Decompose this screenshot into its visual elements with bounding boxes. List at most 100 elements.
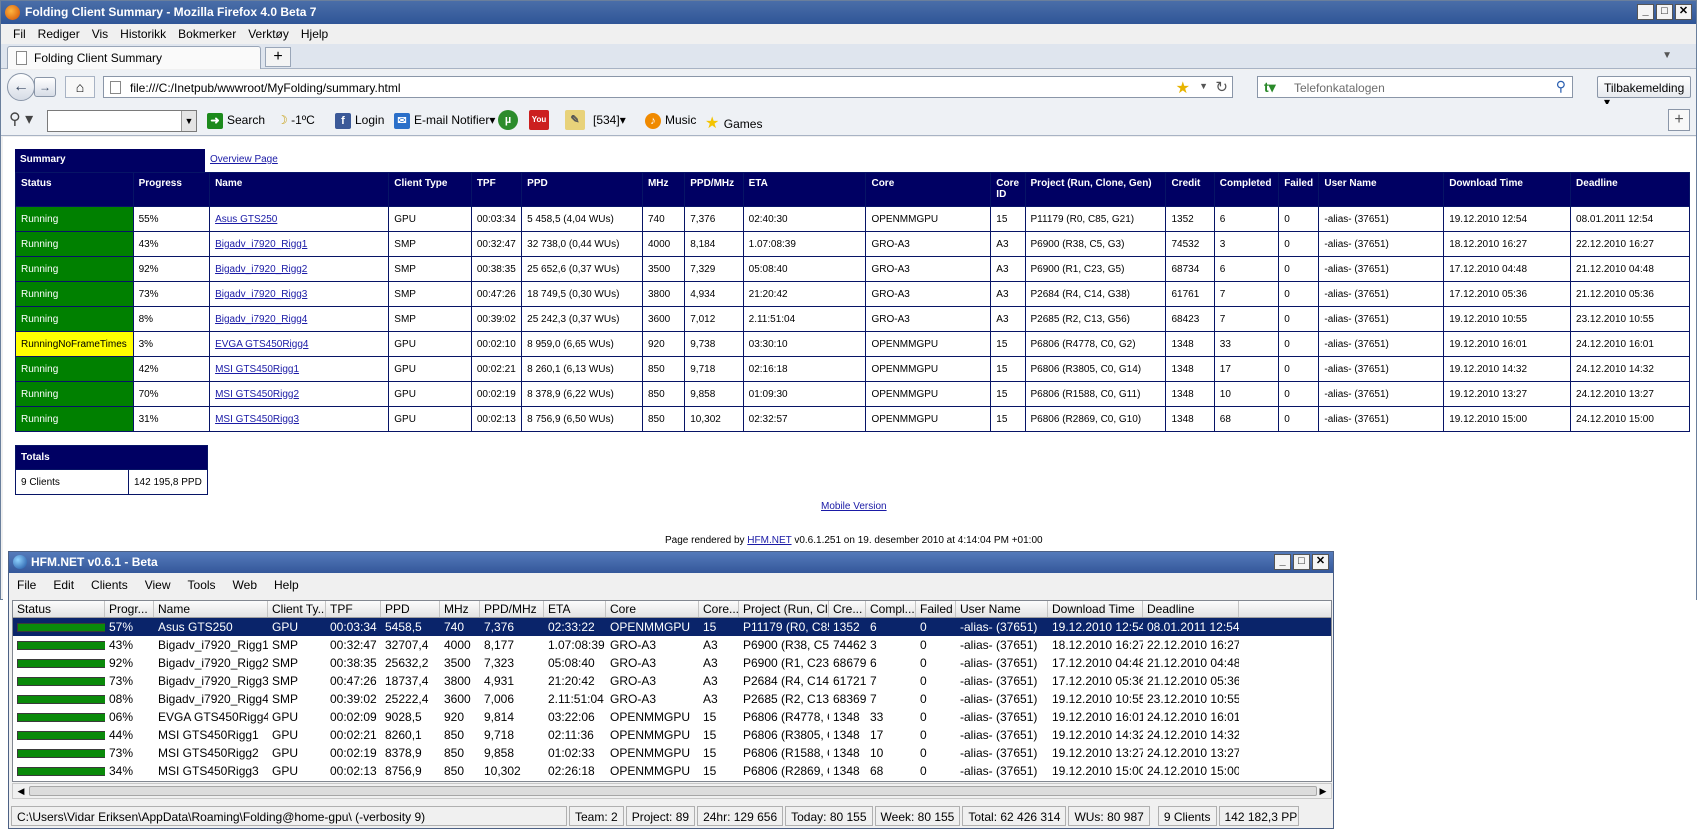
tab-folding-summary[interactable]: Folding Client Summary bbox=[7, 46, 261, 69]
grid-row[interactable]: 08% Bigadv_i7920_Rigg4 SMP 00:39:02 25222,4 3… bbox=[13, 690, 1331, 708]
client-name-link[interactable]: MSI GTS450Rigg2 bbox=[215, 389, 299, 400]
back-button[interactable]: ← bbox=[7, 73, 35, 101]
client-name-link[interactable]: EVGA GTS450Rigg4 bbox=[215, 339, 308, 350]
menu-verktoy[interactable]: Verktøy bbox=[242, 24, 295, 44]
minimize-button[interactable]: _ bbox=[1274, 554, 1291, 570]
overview-page-link[interactable]: Overview Page bbox=[210, 154, 278, 165]
grid-row[interactable]: 92% Bigadv_i7920_Rigg2 SMP 00:38:35 25632,2 3… bbox=[13, 654, 1331, 672]
grid-col-header[interactable]: Compl... bbox=[866, 601, 916, 617]
menu-fil[interactable]: Fil bbox=[7, 24, 32, 44]
menu-view[interactable]: View bbox=[145, 578, 171, 596]
client-name-link[interactable]: Bigadv_i7920_Rigg2 bbox=[215, 264, 307, 275]
bookmark-star-icon[interactable]: ★ bbox=[1176, 78, 1190, 98]
grid-row[interactable]: 73% MSI GTS450Rigg2 GPU 00:02:19 8378,9 850 9,… bbox=[13, 744, 1331, 762]
utorrent-icon[interactable]: µ bbox=[498, 110, 522, 130]
menu-bokmerker[interactable]: Bokmerker bbox=[172, 24, 242, 44]
grid-row[interactable]: 34% MSI GTS450Rigg3 GPU 00:02:13 8756,9 850 10… bbox=[13, 762, 1331, 780]
toolbar-search-input[interactable] bbox=[47, 110, 197, 132]
grid-col-header[interactable]: Project (Run, Cl... bbox=[739, 601, 829, 617]
grid-col-header[interactable]: User Name bbox=[956, 601, 1048, 617]
youtube-icon[interactable]: You bbox=[529, 110, 553, 130]
add-icon[interactable]: + bbox=[1668, 109, 1690, 131]
grid-col-header[interactable]: Deadline bbox=[1143, 601, 1239, 617]
grid-cell: 0 bbox=[920, 746, 927, 760]
grid-cell: 73% bbox=[109, 674, 134, 688]
grid-row[interactable]: 73% Bigadv_i7920_Rigg3 SMP 00:47:26 18737,4 3… bbox=[13, 672, 1331, 690]
email-notifier-button[interactable]: ✉ E-mail Notifier▾ bbox=[394, 113, 495, 129]
client-name-link[interactable]: MSI GTS450Rigg3 bbox=[215, 414, 299, 425]
forward-button[interactable]: → bbox=[34, 77, 56, 97]
grid-col-header[interactable]: Failed bbox=[916, 601, 956, 617]
hfm-link[interactable]: HFM.NET bbox=[747, 535, 791, 546]
grid-col-header[interactable]: Client Ty... bbox=[268, 601, 326, 617]
weather-widget[interactable]: ☽ -1ºC bbox=[277, 113, 315, 127]
search-input[interactable]: t▾ Telefonkatalogen ⚲ bbox=[1257, 76, 1573, 98]
client-name-link[interactable]: MSI GTS450Rigg1 bbox=[215, 364, 299, 375]
grid-col-header[interactable]: MHz bbox=[440, 601, 480, 617]
grid-col-header[interactable]: Download Time bbox=[1048, 601, 1143, 617]
notes-icon[interactable]: ✎ bbox=[565, 110, 589, 130]
tab-list-icon[interactable]: ▼ bbox=[1662, 50, 1672, 61]
summary-cell: -alias- (37651) bbox=[1318, 306, 1445, 332]
client-name-link[interactable]: Bigadv_i7920_Rigg1 bbox=[215, 239, 307, 250]
toolbar-search-button[interactable]: ➜ Search bbox=[207, 113, 265, 129]
grid-col-header[interactable]: Progr... bbox=[105, 601, 154, 617]
grid-row[interactable]: 44% MSI GTS450Rigg1 GPU 00:02:21 8260,1 850 9,… bbox=[13, 726, 1331, 744]
close-button[interactable]: ✕ bbox=[1675, 4, 1692, 20]
grid-col-header[interactable]: PPD/MHz bbox=[480, 601, 544, 617]
grid-cell: 7,376 bbox=[484, 620, 515, 634]
maximize-button[interactable]: □ bbox=[1656, 4, 1673, 20]
client-name-link[interactable]: Bigadv_i7920_Rigg4 bbox=[215, 314, 307, 325]
menu-web[interactable]: Web bbox=[233, 578, 257, 596]
chevron-down-icon[interactable]: ▼ bbox=[1199, 81, 1208, 91]
grid-col-header[interactable]: Cre... bbox=[829, 601, 866, 617]
grid-col-header[interactable]: TPF bbox=[326, 601, 381, 617]
login-button[interactable]: f Login bbox=[335, 113, 384, 129]
grid-col-header[interactable]: ETA bbox=[544, 601, 606, 617]
games-button[interactable]: ★ Games bbox=[705, 113, 762, 133]
scroll-thumb[interactable] bbox=[29, 786, 1317, 796]
counter-button[interactable]: [534]▾ bbox=[593, 113, 626, 127]
close-button[interactable]: ✕ bbox=[1312, 554, 1329, 570]
client-name-link[interactable]: Asus GTS250 bbox=[215, 214, 277, 225]
music-button[interactable]: ♪ Music bbox=[645, 113, 696, 129]
grid-col-header[interactable]: Status bbox=[13, 601, 105, 617]
maximize-button[interactable]: □ bbox=[1293, 554, 1310, 570]
menu-hjelp[interactable]: Hjelp bbox=[295, 24, 334, 44]
reload-icon[interactable]: ↻ bbox=[1215, 78, 1228, 96]
menu-rediger[interactable]: Rediger bbox=[32, 24, 86, 44]
new-tab-button[interactable]: + bbox=[265, 47, 291, 67]
grid-row[interactable]: 06% EVGA GTS450Rigg4 GPU 00:02:09 9028,5 920 9… bbox=[13, 708, 1331, 726]
menu-vis[interactable]: Vis bbox=[86, 24, 114, 44]
search-icon[interactable]: ⚲ ▾ bbox=[9, 109, 33, 129]
grid-col-header[interactable]: Name bbox=[154, 601, 268, 617]
menu-clients[interactable]: Clients bbox=[91, 578, 128, 596]
horizontal-scrollbar[interactable]: ◀ ▶ bbox=[12, 783, 1332, 799]
grid-col-header[interactable]: Core bbox=[606, 601, 699, 617]
menu-historikk[interactable]: Historikk bbox=[114, 24, 172, 44]
scroll-right-icon[interactable]: ▶ bbox=[1316, 785, 1330, 797]
grid-cell: 4000 bbox=[444, 638, 471, 652]
grid-row[interactable]: 43% Bigadv_i7920_Rigg1 SMP 00:32:47 32707,4 4… bbox=[13, 636, 1331, 654]
grid-col-header[interactable]: PPD bbox=[381, 601, 440, 617]
grid-row[interactable]: 57% Asus GTS250 GPU 00:03:34 5458,5 740 7,376 0… bbox=[13, 618, 1331, 636]
grid-cell: -alias- (37651) bbox=[960, 692, 1038, 706]
mobile-version-link[interactable]: Mobile Version bbox=[821, 501, 887, 512]
feedback-button[interactable]: Tilbakemelding ▾ bbox=[1597, 76, 1691, 109]
menu-tools[interactable]: Tools bbox=[188, 578, 216, 596]
menu-edit[interactable]: Edit bbox=[53, 578, 74, 596]
menu-help[interactable]: Help bbox=[274, 578, 299, 596]
grid-col-header[interactable]: Core... bbox=[699, 601, 739, 617]
client-name-link[interactable]: Bigadv_i7920_Rigg3 bbox=[215, 289, 307, 300]
summary-col-header: ETA bbox=[742, 172, 867, 207]
scroll-left-icon[interactable]: ◀ bbox=[14, 785, 28, 797]
search-engine-icon[interactable]: t▾ bbox=[1264, 79, 1276, 96]
chevron-down-icon[interactable]: ▼ bbox=[181, 111, 196, 131]
url-bar[interactable]: file:///C:/Inetpub/wwwroot/MyFolding/sum… bbox=[103, 76, 1233, 98]
summary-cell: 19.12.2010 15:00 bbox=[1443, 406, 1572, 432]
menu-file[interactable]: File bbox=[17, 578, 36, 596]
summary-col-header: PPD bbox=[521, 172, 643, 207]
search-icon[interactable]: ⚲ bbox=[1556, 78, 1566, 95]
home-button[interactable]: ⌂ bbox=[65, 76, 95, 98]
minimize-button[interactable]: _ bbox=[1637, 4, 1654, 20]
